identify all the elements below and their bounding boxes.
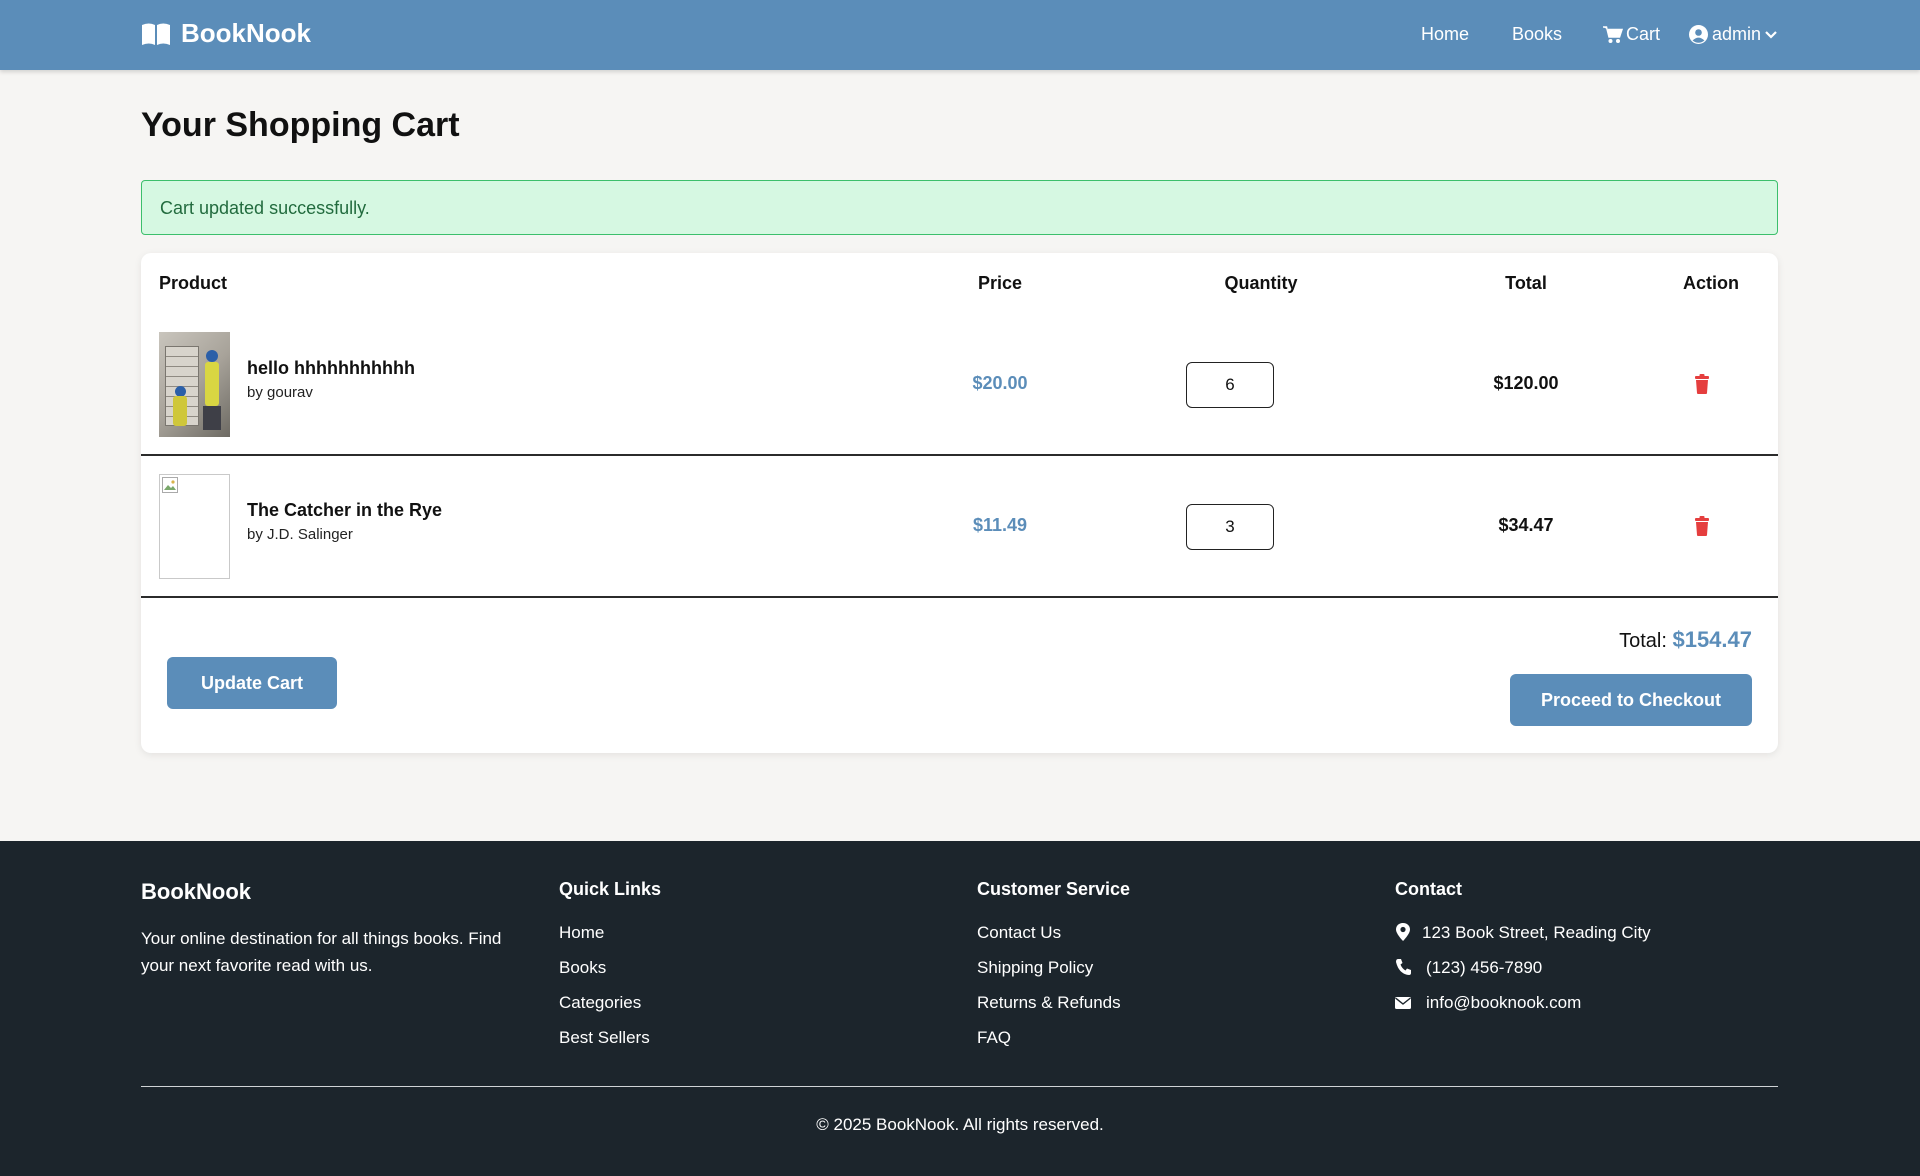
brand-logo[interactable]: BookNook [141,18,311,49]
footer-link-faq[interactable]: FAQ [977,1028,1011,1048]
cart-row: hello hhhhhhhhhhh by gourav $20.00 $120.… [141,314,1778,456]
book-title[interactable]: The Catcher in the Rye [247,500,442,521]
footer-link-home[interactable]: Home [559,923,604,943]
book-open-icon [142,23,170,45]
chevron-down-icon [1765,30,1777,39]
quantity-input[interactable] [1186,504,1274,550]
column-header-price: Price [977,273,1023,293]
column-header-action: Action [1683,273,1739,293]
user-name: admin [1712,24,1762,44]
footer: BookNook Your online destination for all… [0,841,1920,1176]
footer-link-contact-us[interactable]: Contact Us [977,923,1061,943]
nav-home-link[interactable]: Home [1421,24,1469,45]
footer-divider [141,1086,1778,1087]
item-price: $11.49 [972,515,1028,535]
column-header-product: Product [159,273,228,293]
column-header-quantity: Quantity [1224,273,1298,293]
phone-icon [1396,959,1411,975]
cart-row: The Catcher in the Rye by J.D. Salinger … [141,456,1778,598]
success-alert: Cart updated successfully. [141,180,1778,235]
trash-icon[interactable] [1694,516,1710,536]
user-circle-icon [1689,25,1708,44]
cart-table: Product Price Quantity Total Action hell… [141,253,1778,753]
page-title: Your Shopping Cart [141,106,460,144]
footer-customer-service-heading: Customer Service [977,879,1131,899]
footer-address: 123 Book Street, Reading City [1422,923,1651,942]
proceed-to-checkout-button[interactable]: Proceed to Checkout [1510,674,1752,726]
cart-grand-total: Total: $154.47 [1619,627,1752,653]
book-author: by J.D. Salinger [247,526,353,543]
footer-link-categories[interactable]: Categories [559,993,641,1013]
footer-link-returns-refunds[interactable]: Returns & Refunds [977,993,1121,1013]
footer-link-books[interactable]: Books [559,958,606,978]
map-marker-icon [1396,923,1410,941]
grand-total-value: $154.47 [1672,627,1752,652]
footer-link-best-sellers[interactable]: Best Sellers [559,1028,650,1048]
column-header-total: Total [1505,273,1547,293]
grand-total-label: Total: [1619,630,1667,652]
trash-icon[interactable] [1694,374,1710,394]
book-author: by gourav [247,384,313,401]
footer-quick-links-heading: Quick Links [559,879,662,899]
footer-copyright: © 2025 BookNook. All rights reserved. [816,1115,1104,1134]
update-cart-button[interactable]: Update Cart [167,657,337,709]
item-price: $20.00 [972,373,1028,393]
brand-name: BookNook [181,18,311,48]
nav-cart-label: Cart [1626,24,1661,44]
footer-contact-heading: Contact [1395,879,1462,899]
book-title[interactable]: hello hhhhhhhhhhh [247,358,415,379]
footer-email[interactable]: info@booknook.com [1426,993,1581,1013]
nav-books-link[interactable]: Books [1512,24,1562,45]
footer-link-shipping-policy[interactable]: Shipping Policy [977,958,1093,978]
item-total: $120.00 [1493,373,1559,393]
book-cover-image[interactable] [159,474,230,579]
book-cover-image[interactable] [159,332,230,437]
nav-cart-link[interactable]: Cart [1603,24,1660,45]
envelope-icon [1395,997,1411,1009]
broken-image-icon [162,477,178,493]
footer-brand: BookNook [141,879,251,904]
quantity-input[interactable] [1186,362,1274,408]
user-menu-toggle[interactable]: admin [1689,24,1777,45]
cart-icon [1603,25,1623,43]
footer-phone[interactable]: (123) 456-7890 [1426,958,1542,978]
navbar: BookNook Home Books Cart admin [0,0,1920,70]
footer-description: Your online destination for all things b… [141,929,502,975]
item-total: $34.47 [1498,515,1554,535]
